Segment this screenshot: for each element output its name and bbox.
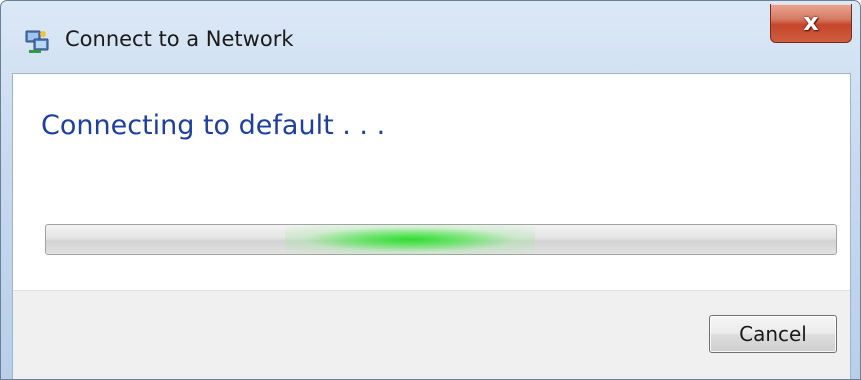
close-button[interactable]: x bbox=[770, 4, 852, 43]
dialog-window: Connect to a Network x Connecting to def… bbox=[0, 0, 861, 380]
connection-progress-bar bbox=[45, 224, 837, 255]
dialog-content: Connecting to default . . . Cancel bbox=[12, 73, 851, 379]
progress-indicator-glow bbox=[285, 225, 535, 254]
window-title: Connect to a Network bbox=[65, 27, 294, 51]
network-icon bbox=[25, 30, 49, 53]
connecting-status-heading: Connecting to default . . . bbox=[41, 110, 386, 141]
close-icon: x bbox=[803, 8, 819, 36]
cancel-button[interactable]: Cancel bbox=[709, 315, 837, 353]
button-bar: Cancel bbox=[13, 290, 850, 379]
title-bar[interactable]: Connect to a Network x bbox=[1, 1, 860, 73]
